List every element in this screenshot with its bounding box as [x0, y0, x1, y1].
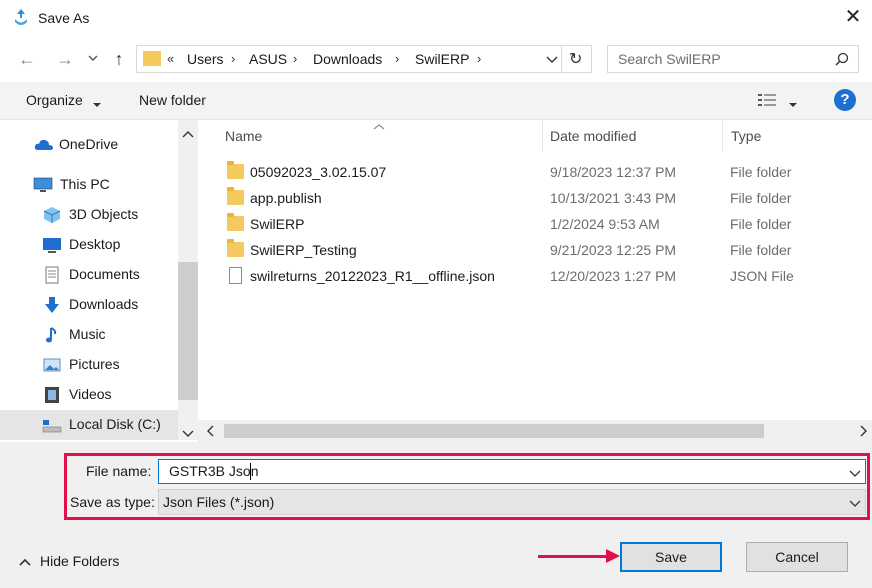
organize-chevron-icon[interactable] [92, 96, 102, 107]
video-icon [42, 386, 62, 404]
back-arrow-icon[interactable]: ← [16, 48, 38, 70]
breadcrumb-separator[interactable]: › [477, 51, 481, 66]
address-bar[interactable]: « Users › ASUS › Downloads › SwilERP › ↻ [136, 45, 592, 73]
command-bar: Organize New folder ? [0, 82, 872, 120]
horizontal-scrollbar-thumb[interactable] [224, 424, 764, 438]
breadcrumb-separator[interactable]: › [231, 51, 235, 66]
cube-icon [42, 206, 62, 224]
folder-icon [227, 213, 244, 231]
column-header-name[interactable]: Name [225, 128, 262, 144]
sidebar-item-desktop[interactable]: Desktop [0, 230, 178, 260]
file-name-input[interactable]: GSTR3B Json [158, 459, 866, 484]
breadcrumb-users[interactable]: Users [187, 51, 224, 67]
sidebar-item-pictures[interactable]: Pictures [0, 350, 178, 380]
drive-icon [42, 416, 62, 434]
file-row[interactable]: SwilERP_Testing 9/21/2023 12:25 PM File … [200, 238, 872, 264]
annotation-arrow [538, 555, 610, 558]
sidebar-item-documents[interactable]: Documents [0, 260, 178, 290]
music-icon [42, 326, 62, 344]
search-icon[interactable] [834, 52, 850, 68]
chevron-up-icon[interactable] [18, 554, 32, 566]
breadcrumb-separator[interactable]: › [293, 51, 297, 66]
breadcrumb-separator[interactable]: › [395, 51, 399, 66]
refresh-icon[interactable]: ↻ [569, 49, 582, 69]
up-arrow-icon[interactable]: ↑ [108, 48, 130, 70]
scroll-up-icon[interactable] [181, 126, 195, 138]
search-input[interactable]: Search SwilERP [607, 45, 859, 73]
folder-icon [143, 51, 161, 66]
text-cursor [250, 463, 251, 480]
new-folder-button[interactable]: New folder [139, 92, 206, 108]
sort-ascending-icon [372, 118, 386, 130]
file-row[interactable]: SwilERP 1/2/2024 9:53 AM File folder [200, 212, 872, 238]
file-name-dropdown-icon[interactable] [849, 466, 861, 478]
sidebar-item-videos[interactable]: Videos [0, 380, 178, 410]
cloud-icon [34, 136, 54, 154]
breadcrumb-asus[interactable]: ASUS [249, 51, 287, 67]
breadcrumb-swilerp[interactable]: SwilERP [415, 51, 469, 67]
view-dropdown-icon[interactable] [788, 96, 798, 107]
column-header-type[interactable]: Type [731, 128, 761, 144]
download-icon [42, 296, 62, 314]
folder-icon [227, 239, 244, 257]
file-name-label: File name: [86, 463, 152, 479]
scroll-left-icon[interactable] [206, 424, 216, 438]
scroll-down-icon[interactable] [181, 426, 195, 437]
file-row[interactable]: app.publish 10/13/2021 3:43 PM File fold… [200, 186, 872, 212]
search-placeholder: Search SwilERP [618, 51, 721, 67]
title-bar [0, 0, 872, 38]
file-row[interactable]: swilreturns_20122023_R1__offline.json 12… [200, 264, 872, 290]
recent-locations-chevron-icon[interactable] [86, 50, 100, 66]
scroll-right-icon[interactable] [858, 424, 868, 438]
folder-icon [227, 187, 244, 205]
sidebar-item-3d-objects[interactable]: 3D Objects [0, 200, 178, 230]
save-as-type-value: Json Files (*.json) [163, 494, 275, 510]
view-options-icon[interactable] [757, 92, 779, 108]
sidebar-item-this-pc[interactable]: This PC [0, 170, 178, 200]
save-button[interactable]: Save [620, 542, 722, 572]
breadcrumb-overflow[interactable]: « [167, 51, 174, 66]
save-as-type-select[interactable]: Json Files (*.json) [158, 489, 866, 515]
json-file-icon [229, 267, 242, 284]
window-title: Save As [38, 10, 90, 26]
cancel-button[interactable]: Cancel [746, 542, 848, 572]
desktop-icon [42, 236, 62, 254]
save-as-type-dropdown-icon[interactable] [849, 496, 861, 508]
help-icon[interactable]: ? [834, 89, 856, 111]
sidebar-item-onedrive[interactable]: OneDrive [0, 130, 178, 160]
organize-button[interactable]: Organize [26, 92, 83, 108]
address-dropdown-icon[interactable] [545, 52, 559, 66]
navigation-pane: OneDrive This PC 3D Objects Desktop Docu… [0, 120, 198, 440]
computer-icon [33, 176, 53, 194]
file-name-value: GSTR3B Json [169, 463, 259, 479]
sidebar-scrollbar-thumb[interactable] [178, 262, 198, 400]
document-icon [42, 266, 62, 284]
picture-icon [42, 356, 62, 374]
sidebar-item-local-disk[interactable]: Local Disk (C:) [0, 410, 178, 440]
close-icon[interactable]: ✕ [842, 6, 864, 28]
breadcrumb-downloads[interactable]: Downloads [313, 51, 382, 67]
app-icon [12, 8, 30, 28]
hide-folders-button[interactable]: Hide Folders [40, 553, 119, 569]
folder-icon [227, 161, 244, 179]
sidebar-item-downloads[interactable]: Downloads [0, 290, 178, 320]
annotation-arrowhead [606, 549, 620, 563]
column-header-date-modified[interactable]: Date modified [550, 128, 636, 144]
sidebar-item-music[interactable]: Music [0, 320, 178, 350]
forward-arrow-icon[interactable]: → [54, 48, 76, 70]
save-as-type-label: Save as type: [70, 494, 155, 510]
file-row[interactable]: 05092023_3.02.15.07 9/18/2023 12:37 PM F… [200, 160, 872, 186]
